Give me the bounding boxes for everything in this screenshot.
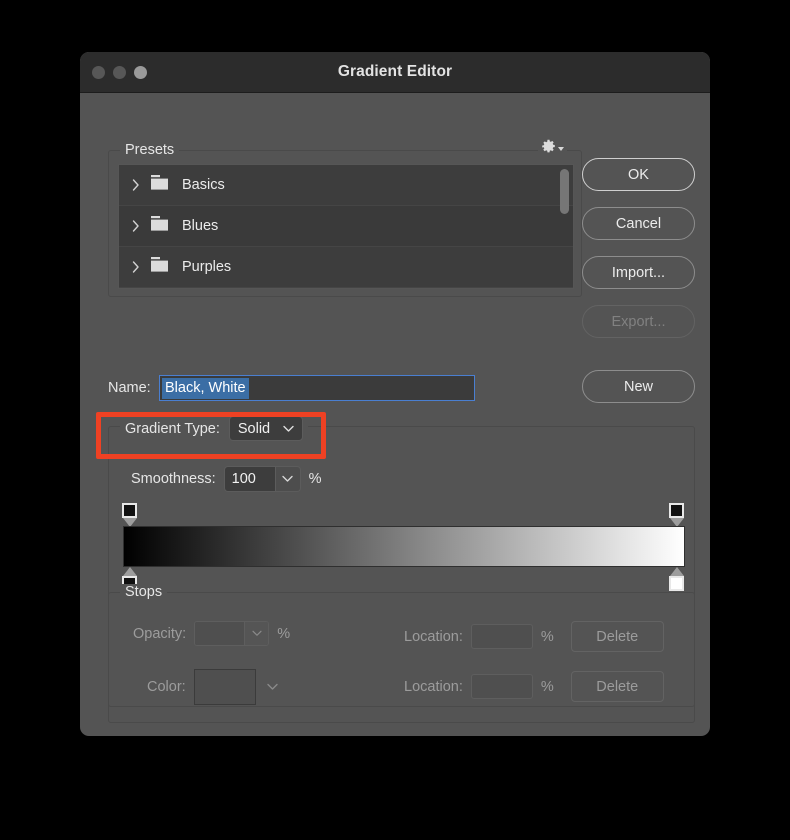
window-titlebar: Gradient Editor xyxy=(80,52,710,93)
list-item[interactable]: Purples xyxy=(119,247,573,288)
name-input-value: Black, White xyxy=(162,377,249,399)
smoothness-dropdown-button[interactable] xyxy=(274,467,300,491)
smoothness-stepper[interactable]: 100 xyxy=(223,466,301,492)
color-swatch xyxy=(193,669,256,705)
chevron-right-icon[interactable] xyxy=(129,261,143,273)
color-location-unit: % xyxy=(540,678,554,695)
color-stop-pointer-icon xyxy=(669,567,684,576)
opacity-stop-swatch[interactable] xyxy=(122,503,137,518)
ok-button[interactable]: OK xyxy=(582,158,695,191)
opacity-location-label: Location: xyxy=(404,628,463,645)
opacity-location-input xyxy=(470,624,533,649)
opacity-dropdown-button xyxy=(244,622,269,645)
opacity-delete-button: Delete xyxy=(570,621,664,652)
stops-group: Stops Opacity: % Location: % Delete Colo… xyxy=(108,584,695,723)
presets-group: Presets Basics Blues Purples xyxy=(108,139,582,297)
color-stop-swatch[interactable] xyxy=(669,576,684,591)
gradient-type-group-title: Gradient Type: Solid xyxy=(120,416,309,441)
presets-list[interactable]: Basics Blues Purples xyxy=(118,164,574,289)
scrollbar-thumb[interactable] xyxy=(560,169,569,214)
presets-scrollbar[interactable] xyxy=(558,167,571,288)
gear-icon[interactable] xyxy=(538,139,567,154)
opacity-location-row: Location: % Delete xyxy=(404,621,664,652)
list-item[interactable]: Basics xyxy=(119,165,573,206)
smoothness-label: Smoothness: xyxy=(131,471,216,487)
folder-icon xyxy=(149,215,170,237)
list-item[interactable]: Blues xyxy=(119,206,573,247)
folder-icon xyxy=(149,256,170,278)
color-location-row: Location: % Delete xyxy=(404,671,664,702)
import-button[interactable]: Import... xyxy=(582,256,695,289)
color-location-label: Location: xyxy=(404,678,463,695)
chevron-down-icon xyxy=(266,683,278,690)
stops-group-title: Stops xyxy=(120,584,168,600)
gear-glyph xyxy=(542,139,555,153)
chevron-down-icon xyxy=(283,425,294,432)
color-label: Color: xyxy=(147,679,186,695)
gradient-type-value: Solid xyxy=(237,420,271,437)
gradient-preview-area xyxy=(122,503,685,591)
list-item-label: Blues xyxy=(182,218,219,234)
new-button[interactable]: New xyxy=(582,370,695,403)
chevron-down-icon xyxy=(252,630,262,636)
chevron-down-icon xyxy=(282,475,293,482)
chevron-right-icon[interactable] xyxy=(129,179,143,191)
color-location-input xyxy=(470,674,533,699)
smoothness-input[interactable]: 100 xyxy=(224,467,275,491)
gradient-editor-dialog: Gradient Editor Presets Basics Blues Pur… xyxy=(80,52,710,736)
opacity-stepper xyxy=(194,621,270,646)
window-title: Gradient Editor xyxy=(337,63,453,80)
gear-dropdown-arrow-icon xyxy=(558,147,564,151)
list-item[interactable]: Pinks xyxy=(119,288,573,289)
color-stop-pointer-icon xyxy=(122,567,137,576)
dialog-body: Presets Basics Blues Purples OK Cancel I… xyxy=(80,93,710,736)
list-item-label: Basics xyxy=(182,177,225,193)
opacity-location-unit: % xyxy=(540,628,554,645)
export-button: Export... xyxy=(582,305,695,338)
chevron-right-icon[interactable] xyxy=(129,220,143,232)
opacity-input xyxy=(195,622,245,645)
color-delete-button: Delete xyxy=(570,671,664,702)
presets-group-title: Presets xyxy=(120,142,180,158)
opacity-field-row: Opacity: % xyxy=(133,621,290,646)
name-label: Name: xyxy=(108,380,151,396)
gradient-bar[interactable] xyxy=(123,526,685,567)
opacity-unit: % xyxy=(277,625,291,642)
gradient-type-label: Gradient Type: xyxy=(125,420,220,437)
opacity-label: Opacity: xyxy=(133,625,187,642)
smoothness-row: Smoothness: 100 % xyxy=(131,466,322,492)
list-item-label: Purples xyxy=(182,259,232,275)
color-field-row: Color: xyxy=(147,669,278,705)
folder-icon xyxy=(149,174,170,196)
cancel-button[interactable]: Cancel xyxy=(582,207,695,240)
gradient-type-select[interactable]: Solid xyxy=(228,416,304,441)
name-input[interactable]: Black, White xyxy=(159,375,475,401)
smoothness-unit: % xyxy=(308,471,322,487)
opacity-stop-swatch[interactable] xyxy=(669,503,684,518)
